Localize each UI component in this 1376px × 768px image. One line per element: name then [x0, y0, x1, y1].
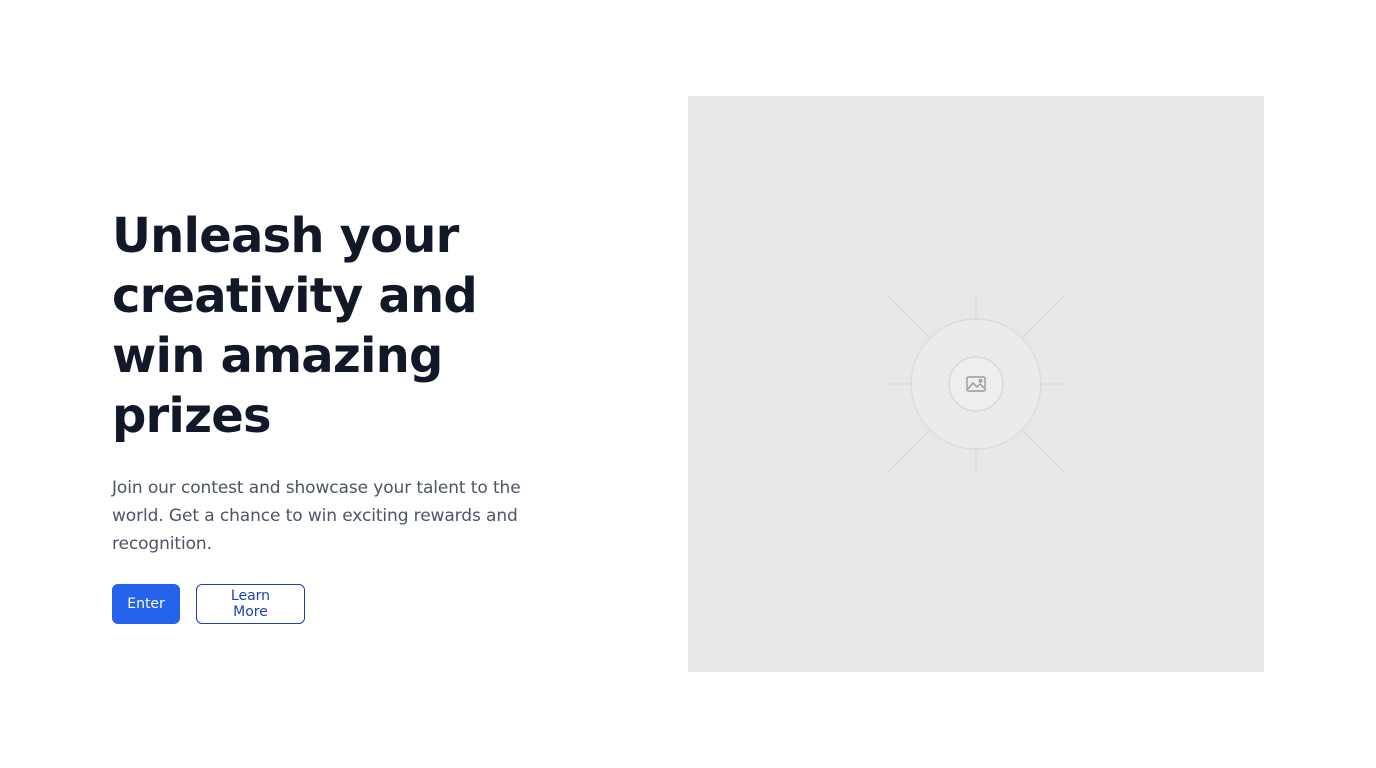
placeholder-graphic [887, 295, 1065, 473]
hero-section: Unleash your creativity and win amazing … [112, 206, 572, 624]
hero-image-placeholder [688, 96, 1264, 672]
hero-actions: Enter Learn More [112, 584, 572, 624]
hero-subtext: Join our contest and showcase your talen… [112, 478, 521, 554]
learn-more-button[interactable]: Learn More [196, 584, 305, 624]
hero-headline: Unleash your creativity and win amazing … [112, 208, 478, 444]
landing-page: Unleash your creativity and win amazing … [0, 0, 1376, 768]
enter-button[interactable]: Enter [112, 584, 180, 624]
